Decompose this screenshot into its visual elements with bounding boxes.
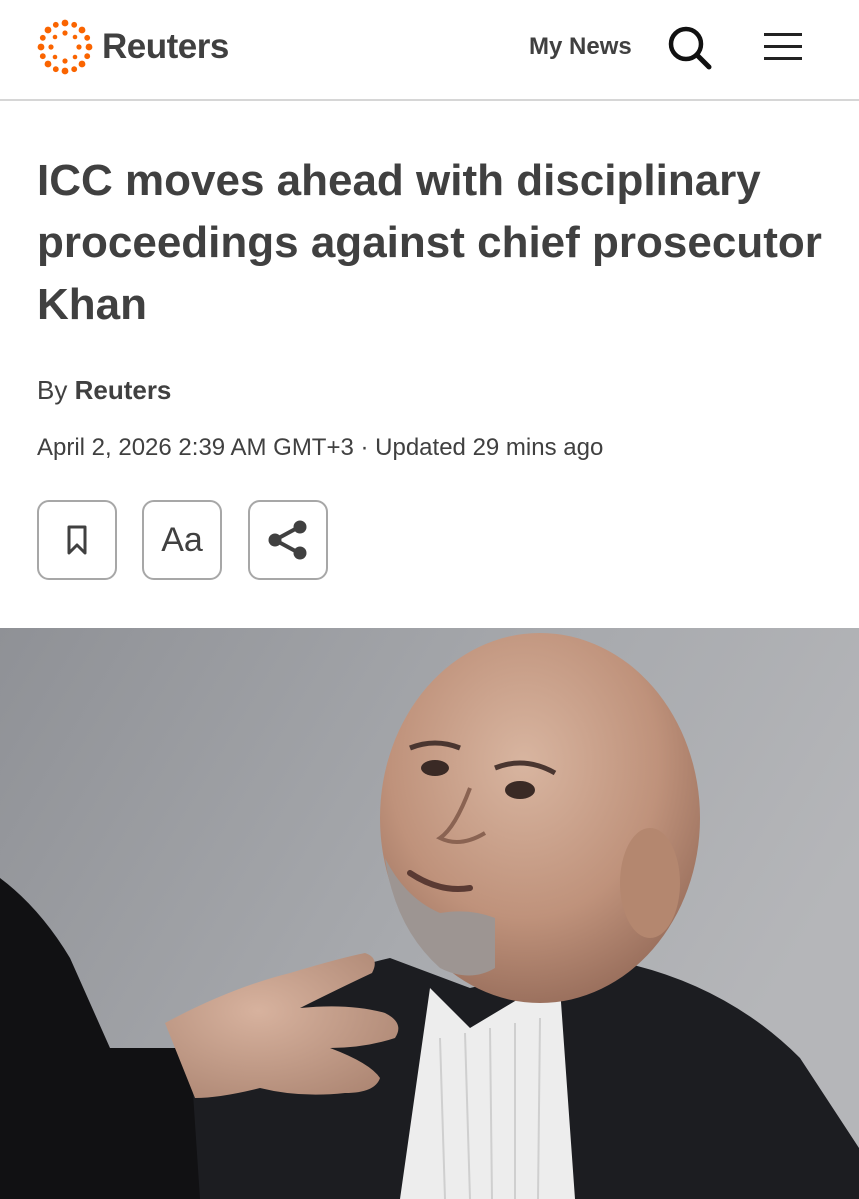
bookmark-icon (67, 525, 87, 555)
my-news-link[interactable]: My News (529, 32, 632, 62)
search-button[interactable] (666, 25, 714, 71)
article-dateline: April 2, 2026 2:39 AM GMT+3 · Updated 29… (37, 434, 604, 461)
site-header: Reuters My News (0, 0, 859, 101)
article-headline: ICC moves ahead with disciplinary procee… (37, 156, 822, 329)
hamburger-menu-icon (764, 33, 802, 60)
text-size-label: Aa (161, 521, 203, 559)
share-icon (268, 520, 307, 560)
prosecutor-portrait-image (0, 628, 859, 1199)
menu-button[interactable] (762, 31, 804, 63)
search-icon (668, 26, 712, 70)
byline: By Reuters (37, 372, 171, 408)
brand-name: Reuters (102, 27, 229, 66)
bookmark-button[interactable] (37, 500, 117, 580)
reuters-logo-icon (37, 19, 93, 75)
byline-prefix: By (37, 375, 68, 405)
author-link[interactable]: Reuters (75, 375, 172, 405)
article-photo (0, 628, 859, 1199)
share-button[interactable] (248, 500, 328, 580)
reuters-logo[interactable]: Reuters (36, 18, 229, 76)
text-size-button[interactable]: Aa (142, 500, 222, 580)
